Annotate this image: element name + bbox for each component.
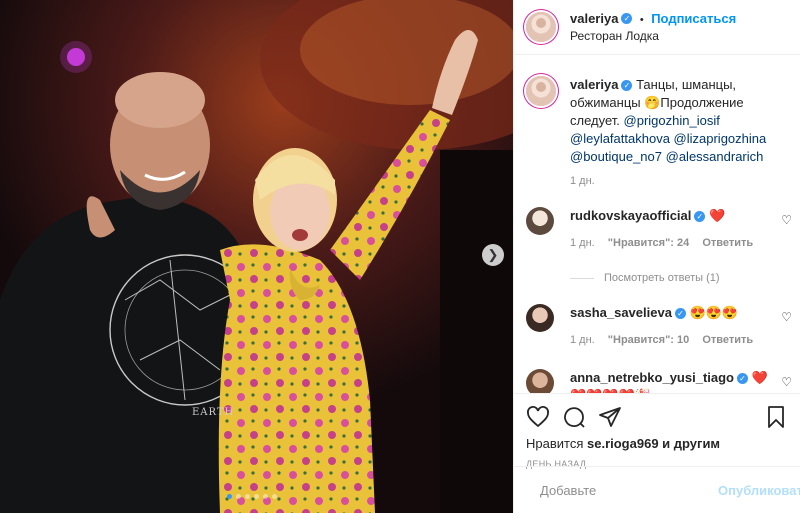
bookmark-icon[interactable] [764, 405, 788, 429]
caption-username[interactable]: valeriya [570, 77, 618, 92]
header-separator: • [639, 13, 644, 26]
like-comment-heart-icon[interactable]: ♡ [781, 310, 792, 324]
verified-badge-icon: ✓ [674, 308, 686, 320]
liked-by-text[interactable]: Нравится se.rioga969 и другим [526, 436, 788, 451]
like-comment-heart-icon[interactable]: ♡ [781, 375, 792, 389]
carousel-dot [263, 494, 268, 499]
comment-time[interactable]: 1 дн. [570, 237, 595, 249]
avatar[interactable] [526, 76, 556, 106]
mention-link[interactable]: @leylafattakhova [570, 131, 670, 146]
comment-likes[interactable]: "Нравится": 24 [608, 237, 689, 249]
comment-text: 😍😍😍 [689, 305, 739, 320]
avatar[interactable] [526, 207, 554, 235]
mention-link[interactable]: @prigozhin_iosif [624, 113, 720, 128]
comment-time[interactable]: 1 дн. [570, 334, 595, 346]
post-photo[interactable]: EARTH ❯ [0, 0, 513, 513]
comment-username[interactable]: sasha_savelieva [570, 305, 672, 320]
carousel-indicator [227, 494, 277, 499]
carousel-next-button[interactable]: ❯ [482, 244, 504, 266]
header-username[interactable]: valeriya [570, 11, 618, 26]
shirt-print-text: EARTH [192, 407, 235, 418]
verified-badge-icon: ✓ [621, 12, 633, 24]
liked-by-prefix: Нравится [526, 436, 584, 451]
mention-link[interactable]: @boutique_no7 [570, 149, 662, 164]
share-paper-plane-icon[interactable] [598, 405, 622, 429]
like-heart-icon[interactable] [526, 405, 550, 429]
location-link[interactable]: Ресторан Лодка [570, 28, 736, 44]
comment-item: sasha_savelieva ✓ 😍😍😍 1 дн. "Нравится": 1… [526, 304, 792, 349]
carousel-dot [236, 494, 241, 499]
avatar[interactable] [526, 369, 554, 393]
comment-username[interactable]: rudkovskayaofficial [570, 208, 691, 223]
publish-button[interactable]: Опубликовать [718, 483, 800, 498]
comment-likes[interactable]: "Нравится": 10 [608, 334, 689, 346]
comment-item: anna_netrebko_yusi_tiago✓ ❤️❤️❤️❤️❤️🎉 ♡ [526, 369, 792, 393]
comment-item: rudkovskayaofficial ✓ ❤️ 1 дн. "Нравится"… [526, 207, 792, 252]
post-caption: valeriya ✓ Танцы, шманцы, обжиманцы 🤭Прод… [526, 76, 788, 166]
avatar[interactable] [526, 304, 554, 332]
mention-link[interactable]: @lizaprigozhina [674, 131, 767, 146]
liked-by-suffix[interactable]: и другим [662, 436, 720, 451]
reply-button[interactable]: Ответить [702, 237, 753, 249]
verified-badge-icon: ✓ [621, 80, 633, 92]
instagram-post: EARTH ❯ valeriya ✓ • Подписаться Ресторан… [0, 0, 800, 513]
verified-badge-icon: ✓ [694, 211, 706, 223]
liked-by-user[interactable]: se.rioga969 [587, 436, 659, 451]
post-header: valeriya ✓ • Подписаться Ресторан Лодка [514, 0, 800, 55]
comment-username[interactable]: anna_netrebko_yusi_tiago [570, 370, 734, 385]
caption-time[interactable]: 1 дн. [570, 175, 788, 187]
carousel-dot [227, 494, 232, 499]
carousel-dot [254, 494, 259, 499]
post-side-panel: valeriya ✓ • Подписаться Ресторан Лодка v… [513, 0, 800, 513]
post-actions: Нравится se.rioga969 и другим ДЕНЬ НАЗАД [514, 393, 800, 469]
comment-bubble-icon[interactable] [562, 405, 586, 429]
carousel-dot [272, 494, 277, 499]
photo-illustration [0, 0, 513, 513]
reply-button[interactable]: Ответить [702, 334, 753, 346]
avatar[interactable] [526, 12, 556, 42]
add-comment-bar: Опубликовать [514, 466, 800, 514]
chevron-right-icon: ❯ [487, 247, 499, 262]
view-replies-button[interactable]: Посмотреть ответы (1) [570, 272, 788, 284]
comments-list[interactable]: valeriya ✓ Танцы, шманцы, обжиманцы 🤭Прод… [514, 56, 800, 393]
comment-input[interactable] [538, 482, 718, 499]
verified-badge-icon: ✓ [737, 373, 748, 385]
follow-button[interactable]: Подписаться [651, 11, 736, 26]
mention-link[interactable]: @alessandrarich [666, 149, 764, 164]
carousel-dot [245, 494, 250, 499]
like-comment-heart-icon[interactable]: ♡ [781, 213, 792, 227]
comment-text: ❤️ [709, 208, 726, 223]
